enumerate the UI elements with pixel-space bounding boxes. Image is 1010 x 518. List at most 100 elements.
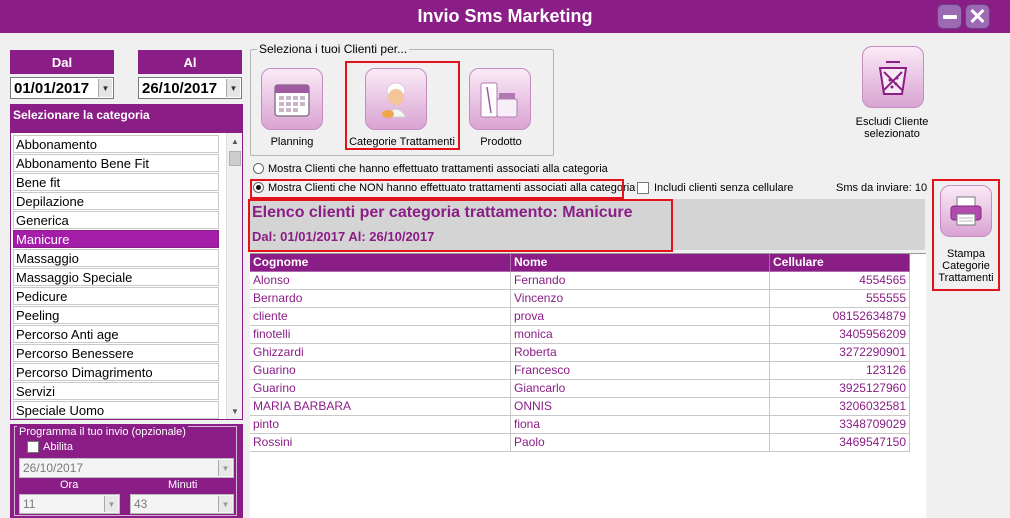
cell-nome: monica (511, 326, 770, 344)
table-row[interactable]: MARIA BARBARA ONNIS 3206032581 (250, 398, 910, 416)
scroll-up-icon[interactable]: ▲ (227, 133, 242, 149)
chevron-down-icon: ▼ (218, 460, 232, 476)
category-item[interactable]: Bene fit (13, 173, 219, 191)
to-date-label: Al (138, 50, 242, 74)
category-item[interactable]: Pedicure (13, 287, 219, 305)
schedule-enable[interactable]: Abilita (27, 441, 73, 453)
cell-cellulare: 3348709029 (770, 416, 910, 434)
table-row[interactable]: Ghizzardi Roberta 3272290901 (250, 344, 910, 362)
chevron-down-icon[interactable]: ▼ (98, 79, 112, 97)
scroll-down-icon[interactable]: ▼ (227, 403, 242, 419)
to-date-value: 26/10/2017 (142, 79, 218, 97)
select-clients-legend: Seleziona i tuoi Clienti per... (257, 42, 410, 56)
cell-cognome: Guarino (250, 362, 511, 380)
cell-cognome: MARIA BARBARA (250, 398, 511, 416)
col-cellulare[interactable]: Cellulare (770, 254, 910, 272)
schedule-date-combo: 26/10/2017 ▼ (19, 458, 234, 478)
print-highlight-box (932, 179, 1000, 291)
col-nome[interactable]: Nome (511, 254, 770, 272)
hour-combo: 11 ▼ (19, 494, 120, 514)
categories-highlight-box (345, 61, 460, 150)
table-row[interactable]: finotelli monica 3405956209 (250, 326, 910, 344)
exclude-client-label: Escludi Cliente selezionato (855, 116, 929, 140)
radio-with-treatments[interactable] (253, 163, 264, 174)
category-item[interactable]: Depilazione (13, 192, 219, 210)
chevron-down-icon: ▼ (218, 496, 232, 512)
category-item[interactable]: Servizi (13, 382, 219, 400)
window-title: Invio Sms Marketing (417, 6, 593, 26)
cell-nome: Fernando (511, 272, 770, 290)
calendar-icon (274, 84, 310, 117)
col-cognome[interactable]: Cognome (250, 254, 511, 272)
trash-icon (878, 61, 908, 95)
cell-nome: ONNIS (511, 398, 770, 416)
planning-button[interactable] (261, 68, 323, 130)
category-item[interactable]: Speciale Uomo (13, 401, 219, 419)
table-row[interactable]: Guarino Giancarlo 3925127960 (250, 380, 910, 398)
category-item[interactable]: Percorso Anti age (13, 325, 219, 343)
to-date-combo[interactable]: 26/10/2017 ▼ (138, 77, 242, 99)
list-title-highlight-box (248, 199, 673, 252)
category-item[interactable]: Massaggio (13, 249, 219, 267)
product-icon (480, 82, 518, 118)
cell-cognome: Rossini (250, 434, 511, 452)
table-row[interactable]: pinto fiona 3348709029 (250, 416, 910, 434)
category-header: Selezionare la categoria (10, 104, 243, 132)
cell-cognome: Ghizzardi (250, 344, 511, 362)
hour-value: 11 (23, 497, 36, 511)
cell-cognome: cliente (250, 308, 511, 326)
category-item[interactable]: Percorso Dimagrimento (13, 363, 219, 381)
cell-nome: Giancarlo (511, 380, 770, 398)
clients-table[interactable]: Cognome Nome Cellulare Alonso Fernando 455… (250, 253, 926, 518)
product-button[interactable] (469, 68, 531, 130)
table-row[interactable]: Bernardo Vincenzo 555555 (250, 290, 910, 308)
category-item[interactable]: Abbonamento (13, 135, 219, 153)
cell-cellulare: 3206032581 (770, 398, 910, 416)
category-item[interactable]: Peeling (13, 306, 219, 324)
cell-cognome: Bernardo (250, 290, 511, 308)
minimize-button[interactable] (937, 4, 962, 29)
cell-nome: prova (511, 308, 770, 326)
category-item[interactable]: Abbonamento Bene Fit (13, 154, 219, 172)
cell-cognome: pinto (250, 416, 511, 434)
from-date-combo[interactable]: 01/01/2017 ▼ (10, 77, 114, 99)
table-row[interactable]: cliente prova 08152634879 (250, 308, 910, 326)
exclude-client-button[interactable] (862, 46, 924, 108)
from-date-label: Dal (10, 50, 114, 74)
cell-nome: Paolo (511, 434, 770, 452)
include-no-mobile-label: Includi clienti senza cellulare (654, 182, 794, 194)
schedule-date-value: 26/10/2017 (23, 461, 84, 475)
minute-label: Minuti (168, 479, 198, 491)
table-row[interactable]: Alonso Fernando 4554565 (250, 272, 910, 290)
sms-count: Sms da inviare: 10 (836, 182, 928, 194)
cell-cellulare: 555555 (770, 290, 910, 308)
enable-checkbox[interactable] (27, 441, 39, 453)
minute-combo: 43 ▼ (130, 494, 234, 514)
cell-cognome: Alonso (250, 272, 511, 290)
close-button[interactable]: ✕ (965, 4, 990, 29)
cell-cellulare: 4554565 (770, 272, 910, 290)
table-header: Cognome Nome Cellulare (250, 254, 910, 272)
cell-cellulare: 3925127960 (770, 380, 910, 398)
product-label: Prodotto (480, 136, 522, 148)
include-no-mobile-checkbox[interactable] (637, 182, 649, 194)
cell-cellulare: 123126 (770, 362, 910, 380)
category-item[interactable]: Manicure (13, 230, 219, 248)
table-row[interactable]: Guarino Francesco 123126 (250, 362, 910, 380)
cell-cognome: Guarino (250, 380, 511, 398)
category-list[interactable]: Abbonamento Abbonamento Bene Fit Bene fit D… (10, 132, 243, 420)
option-with-treatments: Mostra Clienti che hanno effettuato trat… (268, 163, 608, 175)
planning-label: Planning (270, 136, 314, 148)
cell-nome: fiona (511, 416, 770, 434)
chevron-down-icon[interactable]: ▼ (226, 79, 240, 97)
cell-cellulare: 3469547150 (770, 434, 910, 452)
minute-value: 43 (134, 497, 148, 511)
category-item[interactable]: Massaggio Speciale (13, 268, 219, 286)
cell-cellulare: 3272290901 (770, 344, 910, 362)
category-item[interactable]: Generica (13, 211, 219, 229)
category-item[interactable]: Percorso Benessere (13, 344, 219, 362)
category-scrollbar[interactable]: ▲ ▼ (226, 133, 242, 419)
cell-cognome: finotelli (250, 326, 511, 344)
table-row[interactable]: Rossini Paolo 3469547150 (250, 434, 910, 452)
scroll-thumb[interactable] (229, 151, 241, 166)
